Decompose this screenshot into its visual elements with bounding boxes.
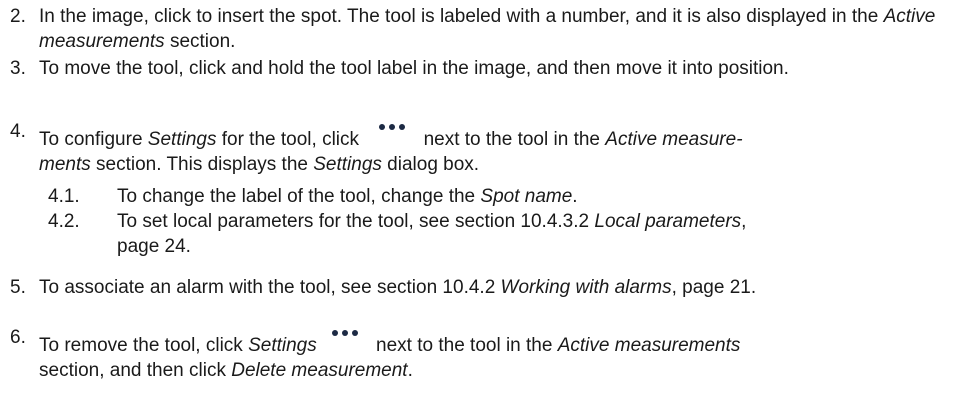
step-number: 2.	[10, 6, 26, 27]
substep-text: To set local parameters for the tool, se…	[117, 211, 747, 257]
step-number: 6.	[10, 327, 26, 348]
step-number: 5.	[10, 277, 26, 298]
step-text: To remove the tool, click Settings next …	[39, 325, 948, 383]
step-text: In the image, click to insert the spot. …	[39, 6, 936, 52]
step-number: 3.	[10, 58, 26, 79]
step-text: To configure Settings for the tool, clic…	[39, 119, 948, 177]
step-text: To move the tool, click and hold the too…	[39, 58, 789, 79]
step-number: 4.	[10, 121, 26, 142]
more-dots-icon	[327, 325, 363, 353]
list-item: 4. To configure Settings for the tool, c…	[10, 119, 948, 177]
list-item: 6. To remove the tool, click Settings ne…	[10, 325, 948, 383]
step-text: To associate an alarm with the tool, see…	[39, 277, 757, 298]
substep-text: To change the label of the tool, change …	[117, 186, 578, 207]
sub-list-item: 4.2. To set local parameters for the too…	[48, 209, 948, 259]
more-dots-icon	[374, 119, 410, 147]
substep-number: 4.2.	[48, 211, 80, 232]
list-item: 2. In the image, click to insert the spo…	[10, 4, 948, 54]
substep-number: 4.1.	[48, 186, 80, 207]
list-item: 3. To move the tool, click and hold the …	[10, 56, 948, 81]
sub-list-item: 4.1. To change the label of the tool, ch…	[48, 184, 948, 209]
list-item: 5. To associate an alarm with the tool, …	[10, 275, 948, 300]
